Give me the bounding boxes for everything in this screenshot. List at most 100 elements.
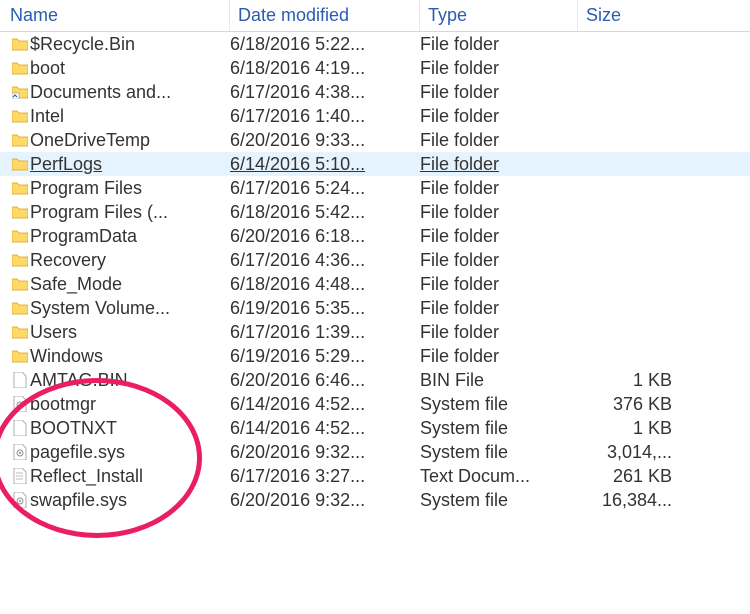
system-file-icon [10, 392, 30, 416]
folder-icon [10, 128, 30, 152]
file-row[interactable]: System Volume...6/19/2016 5:35...File fo… [0, 296, 750, 320]
file-type: File folder [420, 58, 578, 79]
file-size: 16,384... [578, 490, 678, 511]
file-row[interactable]: AMTAG.BIN6/20/2016 6:46...BIN File1 KB [0, 368, 750, 392]
file-date: 6/17/2016 1:39... [230, 322, 420, 343]
file-size: 376 KB [578, 394, 678, 415]
file-date: 6/20/2016 6:46... [230, 370, 420, 391]
file-row[interactable]: PerfLogs6/14/2016 5:10...File folder [0, 152, 750, 176]
file-type: File folder [420, 82, 578, 103]
file-type: File folder [420, 202, 578, 223]
file-name: $Recycle.Bin [30, 34, 230, 55]
file-row[interactable]: boot6/18/2016 4:19...File folder [0, 56, 750, 80]
file-size: 261 KB [578, 466, 678, 487]
file-size: 3,014,... [578, 442, 678, 463]
file-date: 6/20/2016 9:32... [230, 442, 420, 463]
folder-icon [10, 272, 30, 296]
file-date: 6/17/2016 4:36... [230, 250, 420, 271]
file-date: 6/17/2016 1:40... [230, 106, 420, 127]
file-name: boot [30, 58, 230, 79]
file-row[interactable]: Documents and...6/17/2016 4:38...File fo… [0, 80, 750, 104]
file-type: File folder [420, 34, 578, 55]
file-row[interactable]: pagefile.sys6/20/2016 9:32...System file… [0, 440, 750, 464]
file-name: Reflect_Install [30, 466, 230, 487]
file-row[interactable]: Program Files6/17/2016 5:24...File folde… [0, 176, 750, 200]
file-name: BOOTNXT [30, 418, 230, 439]
file-type: File folder [420, 178, 578, 199]
file-type: File folder [420, 274, 578, 295]
file-list: $Recycle.Bin6/18/2016 5:22...File folder… [0, 32, 750, 512]
file-icon [10, 368, 30, 392]
file-type: File folder [420, 250, 578, 271]
file-name: OneDriveTemp [30, 130, 230, 151]
folder-icon [10, 104, 30, 128]
file-row[interactable]: Reflect_Install6/17/2016 3:27...Text Doc… [0, 464, 750, 488]
file-icon [10, 416, 30, 440]
column-header-date[interactable]: Date modified [230, 0, 420, 31]
file-row[interactable]: Intel6/17/2016 1:40...File folder [0, 104, 750, 128]
file-date: 6/18/2016 4:48... [230, 274, 420, 295]
file-name: swapfile.sys [30, 490, 230, 511]
file-name: bootmgr [30, 394, 230, 415]
file-name: Program Files (... [30, 202, 230, 223]
file-date: 6/18/2016 4:19... [230, 58, 420, 79]
file-name: Recovery [30, 250, 230, 271]
file-type: File folder [420, 226, 578, 247]
file-name: pagefile.sys [30, 442, 230, 463]
file-type: System file [420, 394, 578, 415]
file-type: File folder [420, 322, 578, 343]
folder-shortcut-icon [10, 80, 30, 104]
file-date: 6/17/2016 4:38... [230, 82, 420, 103]
column-header-name[interactable]: Name [0, 0, 230, 31]
file-size: 1 KB [578, 418, 678, 439]
file-row[interactable]: Recovery6/17/2016 4:36...File folder [0, 248, 750, 272]
file-name: Windows [30, 346, 230, 367]
file-row[interactable]: Users6/17/2016 1:39...File folder [0, 320, 750, 344]
file-name: System Volume... [30, 298, 230, 319]
file-row[interactable]: bootmgr6/14/2016 4:52...System file376 K… [0, 392, 750, 416]
folder-icon [10, 56, 30, 80]
folder-icon [10, 176, 30, 200]
file-row[interactable]: Safe_Mode6/18/2016 4:48...File folder [0, 272, 750, 296]
file-type: BIN File [420, 370, 578, 391]
file-name: ProgramData [30, 226, 230, 247]
file-row[interactable]: OneDriveTemp6/20/2016 9:33...File folder [0, 128, 750, 152]
file-date: 6/17/2016 3:27... [230, 466, 420, 487]
file-date: 6/18/2016 5:22... [230, 34, 420, 55]
file-row[interactable]: $Recycle.Bin6/18/2016 5:22...File folder [0, 32, 750, 56]
folder-icon [10, 152, 30, 176]
file-row[interactable]: Program Files (...6/18/2016 5:42...File … [0, 200, 750, 224]
column-header-size[interactable]: Size [578, 0, 698, 31]
folder-icon [10, 344, 30, 368]
file-row[interactable]: Windows6/19/2016 5:29...File folder [0, 344, 750, 368]
file-type: System file [420, 490, 578, 511]
file-type: File folder [420, 346, 578, 367]
file-size: 1 KB [578, 370, 678, 391]
column-header-type[interactable]: Type [420, 0, 578, 31]
file-date: 6/20/2016 6:18... [230, 226, 420, 247]
file-name: Intel [30, 106, 230, 127]
system-file-icon [10, 488, 30, 512]
file-date: 6/14/2016 5:10... [230, 154, 420, 175]
folder-icon [10, 224, 30, 248]
file-name: Users [30, 322, 230, 343]
file-type: File folder [420, 298, 578, 319]
file-date: 6/19/2016 5:29... [230, 346, 420, 367]
file-name: Program Files [30, 178, 230, 199]
file-type: System file [420, 442, 578, 463]
file-type: File folder [420, 154, 578, 175]
file-row[interactable]: BOOTNXT6/14/2016 4:52...System file1 KB [0, 416, 750, 440]
file-type: File folder [420, 106, 578, 127]
file-type: File folder [420, 130, 578, 151]
folder-icon [10, 320, 30, 344]
file-date: 6/20/2016 9:32... [230, 490, 420, 511]
system-file-icon [10, 440, 30, 464]
file-name: AMTAG.BIN [30, 370, 230, 391]
file-date: 6/18/2016 5:42... [230, 202, 420, 223]
file-type: System file [420, 418, 578, 439]
folder-icon [10, 248, 30, 272]
file-type: Text Docum... [420, 466, 578, 487]
file-row[interactable]: ProgramData6/20/2016 6:18...File folder [0, 224, 750, 248]
file-name: Documents and... [30, 82, 230, 103]
file-row[interactable]: swapfile.sys6/20/2016 9:32...System file… [0, 488, 750, 512]
